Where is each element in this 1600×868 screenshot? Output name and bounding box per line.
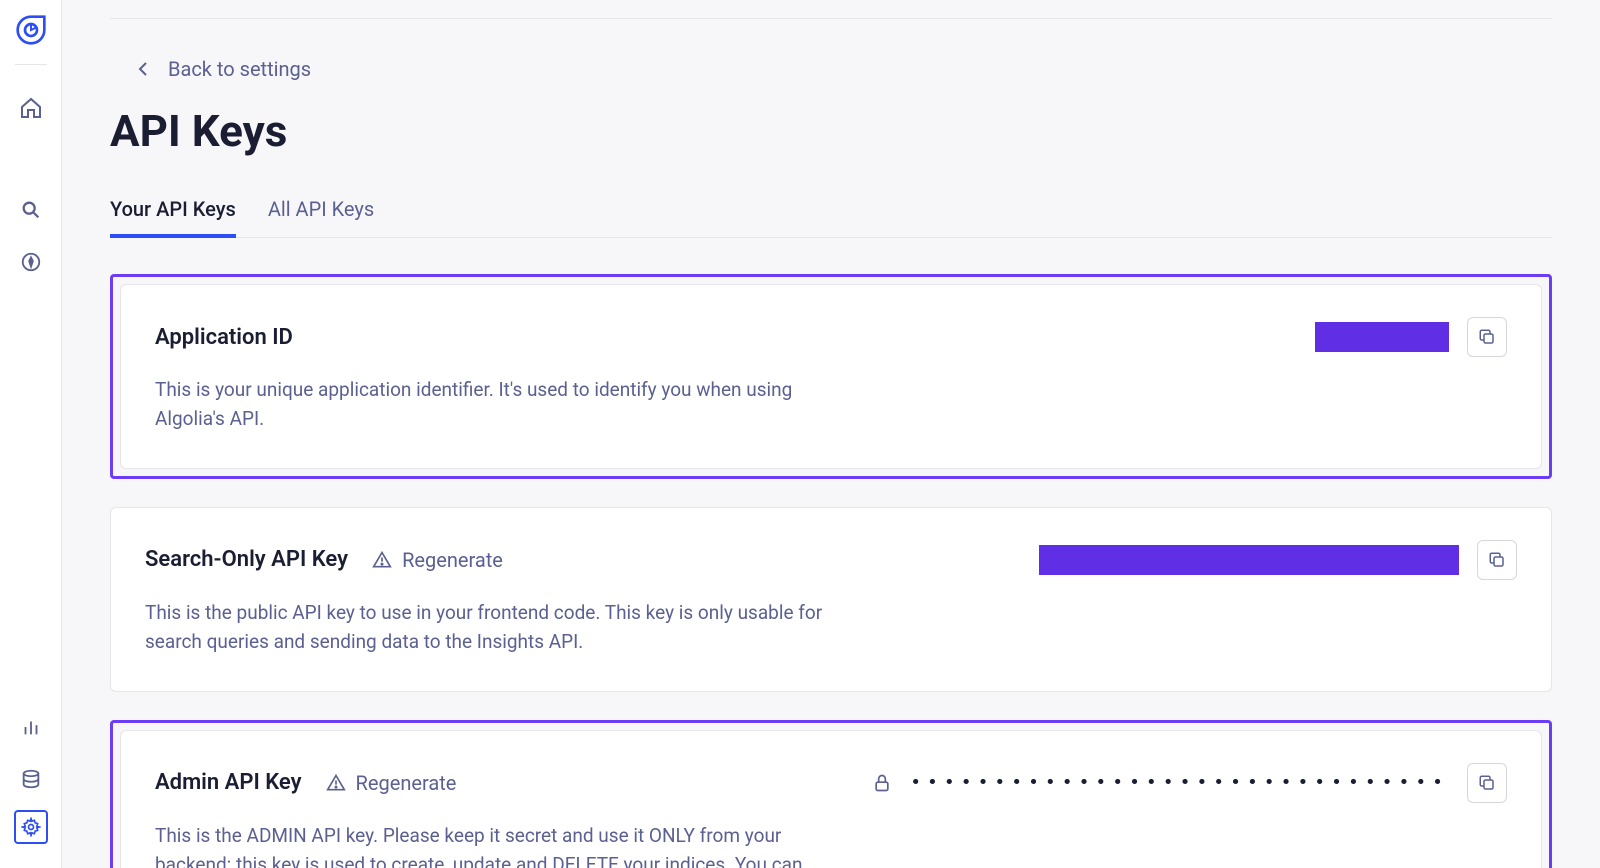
- app-id-desc: This is your unique application identifi…: [155, 375, 835, 434]
- top-divider: [110, 18, 1552, 19]
- warning-icon: [326, 773, 346, 793]
- sidebar-data[interactable]: [10, 758, 52, 800]
- sidebar: [0, 0, 62, 868]
- copy-admin-key-button[interactable]: [1467, 763, 1507, 803]
- admin-key-desc: This is the ADMIN API key. Please keep i…: [155, 821, 835, 868]
- regen-label: Regenerate: [402, 548, 503, 572]
- search-key-value-redacted: [1039, 545, 1459, 575]
- regen-label: Regenerate: [356, 771, 457, 795]
- admin-key-masked: ••••••••••••••••••••••••••••••••: [910, 772, 1449, 793]
- copy-icon: [1488, 551, 1506, 569]
- sidebar-home[interactable]: [10, 87, 52, 129]
- sidebar-recommend[interactable]: [10, 241, 52, 283]
- page-title: API Keys: [110, 105, 1552, 157]
- app-id-value-redacted: [1315, 322, 1449, 352]
- back-label: Back to settings: [168, 57, 311, 81]
- chevron-left-icon: [138, 61, 148, 77]
- reveal-admin-key-button[interactable]: [872, 773, 892, 793]
- app-logo: [15, 14, 47, 50]
- card-search-key-wrap: Search-Only API Key Regenerate: [110, 507, 1552, 692]
- card-application-id: Application ID This is: [120, 284, 1542, 469]
- app-id-title: Application ID: [155, 325, 293, 350]
- sidebar-divider: [15, 64, 47, 65]
- card-application-id-highlight: Application ID This is: [110, 274, 1552, 479]
- admin-key-title: Admin API Key: [155, 770, 302, 795]
- lock-icon: [872, 773, 892, 793]
- tabs: Your API Keys All API Keys: [110, 187, 1552, 238]
- copy-icon: [1478, 774, 1496, 792]
- main-content: Back to settings API Keys Your API Keys …: [62, 0, 1600, 868]
- sidebar-analytics[interactable]: [10, 706, 52, 748]
- tab-all-api-keys[interactable]: All API Keys: [268, 187, 374, 237]
- back-to-settings-link[interactable]: Back to settings: [138, 57, 311, 81]
- copy-search-key-button[interactable]: [1477, 540, 1517, 580]
- card-search-key: Search-Only API Key Regenerate: [110, 507, 1552, 692]
- copy-app-id-button[interactable]: [1467, 317, 1507, 357]
- sidebar-settings[interactable]: [14, 810, 48, 844]
- search-key-desc: This is the public API key to use in you…: [145, 598, 825, 657]
- sidebar-search[interactable]: [10, 189, 52, 231]
- warning-icon: [372, 550, 392, 570]
- card-admin-key: Admin API Key Regenerate: [120, 730, 1542, 868]
- card-admin-key-highlight: Admin API Key Regenerate: [110, 720, 1552, 868]
- copy-icon: [1478, 328, 1496, 346]
- search-key-title: Search-Only API Key: [145, 547, 348, 572]
- regenerate-admin-key[interactable]: Regenerate: [326, 771, 457, 795]
- tab-your-api-keys[interactable]: Your API Keys: [110, 187, 236, 237]
- regenerate-search-key[interactable]: Regenerate: [372, 548, 503, 572]
